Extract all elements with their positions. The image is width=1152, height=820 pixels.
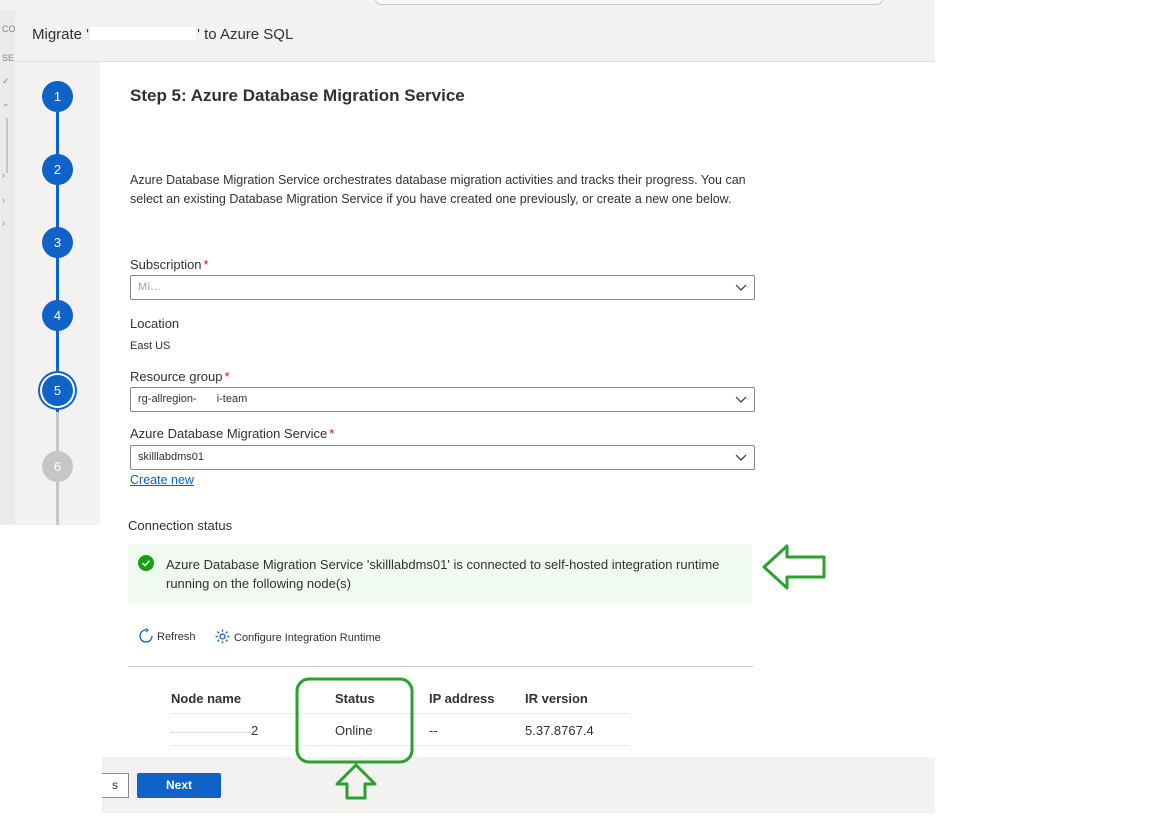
wizard-stepper: 1 2 3 4 5 6: [15, 62, 100, 525]
background-search-bar: [375, 0, 883, 5]
resource-group-dropdown[interactable]: rg-allregion-i-team: [130, 387, 755, 412]
dms-dropdown[interactable]: skilllabdms01: [130, 445, 755, 470]
redacted-text: [90, 27, 197, 40]
cell-ip-address: --: [429, 723, 438, 738]
cell-node-name: 2: [251, 723, 259, 738]
chevron-down-icon: ⌄: [2, 98, 10, 108]
dialog-title: Migrate ' ' to Azure SQL: [32, 26, 294, 43]
subscription-value: Mi...: [138, 281, 162, 293]
table-row: 2: [171, 723, 258, 738]
subscription-dropdown[interactable]: Mi...: [130, 275, 755, 300]
check-icon: ✓: [2, 76, 10, 86]
refresh-icon: [139, 628, 153, 643]
chevron-right-icon: ›: [2, 218, 5, 228]
redacted-text: [171, 723, 251, 733]
location-label: Location: [130, 316, 180, 331]
dms-label: Azure Database Migration Service *: [130, 426, 335, 441]
step-6: 6: [42, 451, 73, 482]
background-left-panel: CO SE ✓ ⌄ › › ›: [0, 10, 15, 525]
column-header-ir-version: IR version: [525, 691, 588, 706]
column-header-node-name: Node name: [171, 691, 242, 706]
annotation-highlight-box: [295, 677, 414, 764]
step-3[interactable]: 3: [42, 227, 73, 258]
step-5-current[interactable]: 5: [42, 375, 73, 406]
background-selection-bar: [6, 118, 8, 173]
chevron-right-icon: ›: [2, 170, 5, 180]
toolbar-divider: [128, 666, 753, 667]
chevron-down-icon: [735, 454, 747, 461]
configure-integration-runtime-button[interactable]: Configure Integration Runtime: [214, 628, 381, 645]
page-description: Azure Database Migration Service orchest…: [130, 173, 746, 206]
cell-ir-version: 5.37.8767.4: [525, 723, 594, 738]
step-4[interactable]: 4: [42, 300, 73, 331]
resource-group-label: Resource group *: [130, 369, 230, 384]
success-check-icon: [138, 555, 154, 571]
refresh-button[interactable]: Refresh: [138, 628, 196, 644]
background-left-item: CO: [2, 24, 15, 34]
chevron-down-icon: [735, 284, 747, 291]
step-1[interactable]: 1: [42, 81, 73, 112]
dialog-footer: s Next: [102, 757, 935, 813]
dialog-header: Migrate ' ' to Azure SQL: [15, 10, 935, 62]
column-header-ip-address: IP address: [429, 691, 495, 706]
location-value: East US: [130, 340, 171, 352]
subscription-label: Subscription *: [130, 257, 209, 272]
chevron-down-icon: [735, 396, 747, 403]
connection-status-banner: Azure Database Migration Service 'skilll…: [128, 544, 752, 604]
step-2[interactable]: 2: [42, 154, 73, 185]
annotation-arrow-left-icon: [762, 544, 826, 590]
create-new-link[interactable]: Create new: [130, 473, 194, 487]
connection-status-message: Azure Database Migration Service 'skilll…: [166, 557, 720, 591]
resource-group-value: rg-allregion-i-team: [138, 393, 248, 405]
previous-button[interactable]: s: [102, 773, 129, 798]
annotation-arrow-up-icon: [335, 763, 377, 800]
connection-status-label: Connection status: [128, 518, 233, 533]
dms-value: skilllabdms01: [138, 451, 205, 463]
background-left-item: SE: [2, 53, 15, 63]
page-title: Step 5: Azure Database Migration Service: [130, 86, 465, 105]
chevron-right-icon: ›: [2, 195, 5, 205]
gear-icon: [215, 629, 230, 644]
next-button[interactable]: Next: [137, 773, 221, 798]
